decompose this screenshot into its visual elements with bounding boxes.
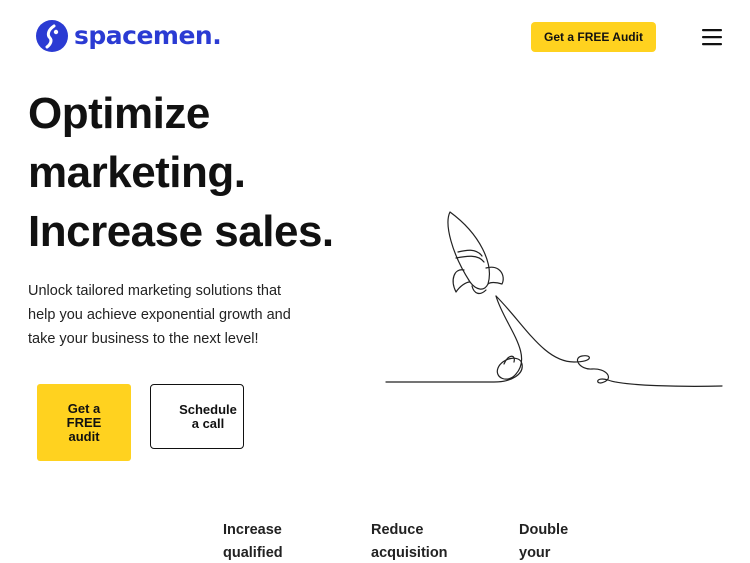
stat-increase-qualified: Increase qualified: [223, 522, 283, 561]
hero-subtitle: Unlock tailored marketing solutions that…: [28, 283, 291, 347]
hero-title-line: Optimize: [28, 89, 210, 138]
logo-text: spacemen.: [74, 21, 222, 50]
hero-title-line: marketing.: [28, 148, 246, 197]
schedule-call-button[interactable]: Schedule a call: [150, 384, 244, 449]
hero-title-line: Increase sales.: [28, 207, 334, 256]
site-header: spacemen. Get a FREE Audit: [0, 0, 750, 74]
rocket-launch-illustration: [385, 211, 723, 387]
logo[interactable]: spacemen.: [36, 20, 222, 52]
stat-reduce-acquisition: Reduce acquisition: [371, 522, 448, 561]
logo-mark-icon: [36, 20, 68, 52]
free-audit-button[interactable]: Get a FREE Audit: [531, 22, 656, 52]
hero-title: Optimize marketing. Increase sales.: [28, 84, 388, 261]
stat-double-your: Double your: [519, 522, 569, 561]
hamburger-menu-icon[interactable]: [700, 26, 724, 48]
get-free-audit-button[interactable]: Get a FREE audit: [37, 384, 131, 461]
